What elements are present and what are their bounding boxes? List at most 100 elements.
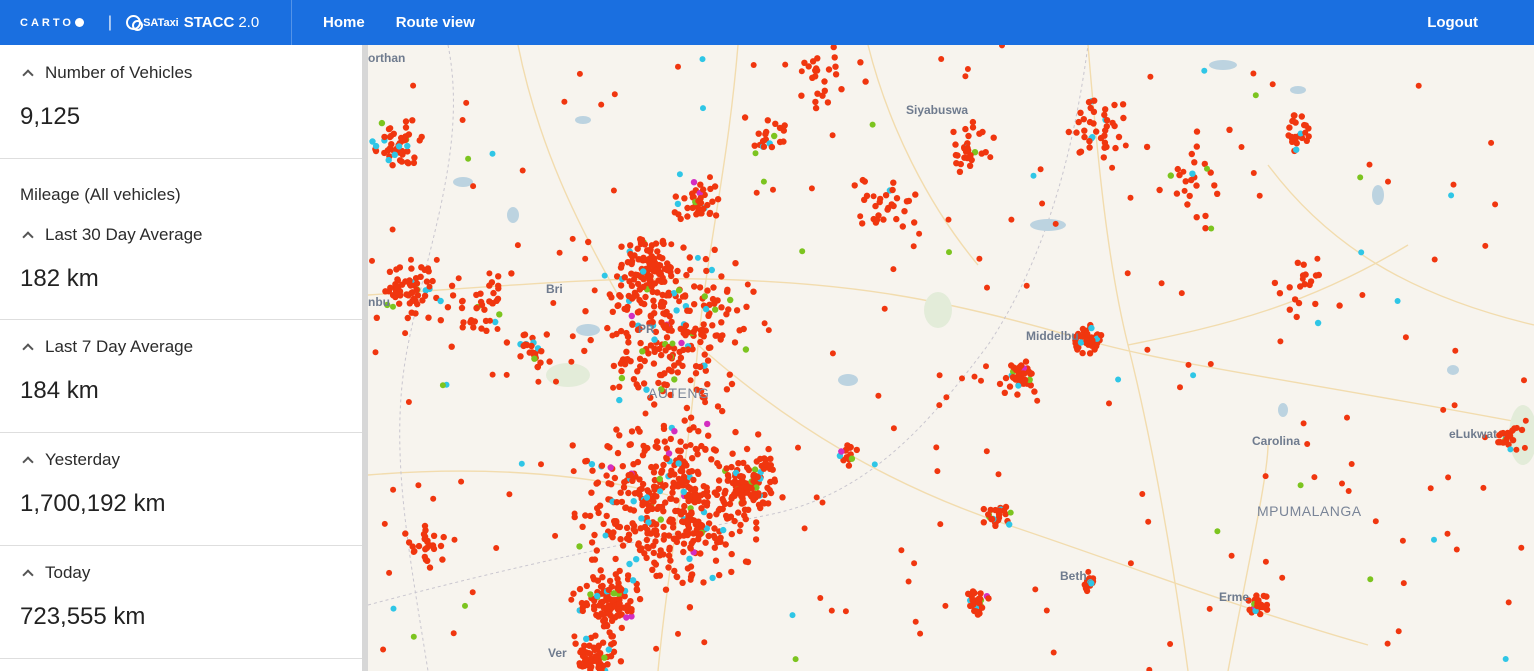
vehicle-dot[interactable]: [1173, 190, 1181, 197]
vehicle-dot[interactable]: [674, 200, 682, 208]
vehicle-dot[interactable]: [588, 489, 595, 496]
vehicle-dot[interactable]: [1359, 292, 1366, 298]
vehicle-dot[interactable]: [519, 167, 526, 174]
vehicle-dot[interactable]: [449, 292, 457, 299]
vehicle-dot[interactable]: [789, 612, 796, 619]
vehicle-dot[interactable]: [668, 318, 675, 326]
vehicle-dot[interactable]: [706, 512, 713, 519]
vehicle-dot[interactable]: [1260, 592, 1267, 600]
vehicle-dot[interactable]: [666, 544, 673, 551]
vehicle-dot[interactable]: [623, 348, 630, 355]
vehicle-dot[interactable]: [1190, 372, 1197, 379]
vehicle-dot[interactable]: [496, 311, 503, 318]
vehicle-dot[interactable]: [408, 265, 415, 272]
vehicle-dot[interactable]: [1202, 225, 1209, 232]
vehicle-dot[interactable]: [893, 215, 900, 223]
vehicle-dot[interactable]: [591, 606, 598, 613]
vehicle-dot[interactable]: [829, 350, 836, 357]
vehicle-dot[interactable]: [645, 545, 652, 552]
vehicle-dot[interactable]: [945, 216, 952, 223]
vehicle-dot[interactable]: [408, 289, 415, 297]
vehicle-dot[interactable]: [861, 178, 868, 185]
vehicle-dot[interactable]: [550, 300, 557, 306]
vehicle-dot[interactable]: [696, 284, 704, 291]
vehicle-dot[interactable]: [430, 532, 438, 539]
vehicle-dot[interactable]: [1006, 383, 1014, 390]
vehicle-dot[interactable]: [750, 62, 757, 68]
vehicle-dot[interactable]: [409, 117, 416, 124]
vehicle-dot[interactable]: [611, 474, 619, 482]
vehicle-dot[interactable]: [677, 354, 685, 361]
vehicle-dot[interactable]: [966, 162, 974, 169]
vehicle-dot[interactable]: [1206, 605, 1213, 612]
vehicle-dot[interactable]: [733, 307, 741, 314]
vehicle-dot[interactable]: [1444, 530, 1451, 537]
vehicle-dot[interactable]: [1293, 140, 1300, 147]
vehicle-dot[interactable]: [636, 486, 643, 493]
vehicle-dot[interactable]: [1002, 503, 1010, 511]
vehicle-dot[interactable]: [641, 357, 648, 365]
vehicle-dot[interactable]: [695, 197, 702, 205]
vehicle-dot[interactable]: [385, 156, 392, 164]
vehicle-dot[interactable]: [695, 428, 702, 435]
vehicle-dot[interactable]: [616, 567, 623, 575]
vehicle-dot[interactable]: [713, 491, 721, 498]
vehicle-dot[interactable]: [591, 531, 598, 539]
vehicle-dot[interactable]: [711, 183, 719, 190]
vehicle-dot[interactable]: [629, 477, 636, 484]
vehicle-dot[interactable]: [717, 538, 724, 545]
vehicle-dot[interactable]: [677, 467, 684, 475]
vehicle-dot[interactable]: [709, 574, 716, 582]
vehicle-dot[interactable]: [969, 596, 976, 604]
vehicle-dot[interactable]: [819, 499, 826, 506]
vehicle-dot[interactable]: [605, 586, 612, 594]
vehicle-dot[interactable]: [983, 363, 989, 370]
vehicle-dot[interactable]: [798, 68, 805, 75]
vehicle-dot[interactable]: [644, 487, 651, 494]
vehicle-dot[interactable]: [936, 372, 943, 379]
vehicle-dot[interactable]: [1300, 420, 1307, 427]
vehicle-dot[interactable]: [976, 130, 983, 137]
vehicle-dot[interactable]: [703, 492, 711, 499]
vehicle-dot[interactable]: [591, 287, 598, 294]
vehicle-dot[interactable]: [402, 124, 410, 131]
vehicle-dot[interactable]: [607, 612, 614, 619]
vehicle-dot[interactable]: [728, 568, 735, 576]
vehicle-dot[interactable]: [410, 82, 417, 89]
vehicle-dot[interactable]: [660, 422, 668, 430]
vehicle-dot[interactable]: [673, 573, 681, 581]
vehicle-dot[interactable]: [675, 530, 682, 537]
vehicle-dot[interactable]: [1286, 306, 1293, 313]
vehicle-dot[interactable]: [705, 432, 712, 439]
vehicle-dot[interactable]: [1115, 133, 1123, 141]
vehicle-dot[interactable]: [596, 502, 604, 509]
vehicle-dot[interactable]: [976, 595, 984, 602]
vehicle-dot[interactable]: [713, 511, 720, 518]
vehicle-dot[interactable]: [1082, 582, 1089, 589]
vehicle-dot[interactable]: [690, 476, 697, 484]
vehicle-dot[interactable]: [1091, 97, 1098, 104]
vehicle-dot[interactable]: [1177, 384, 1183, 391]
vehicle-dot[interactable]: [1006, 521, 1013, 528]
vehicle-dot[interactable]: [624, 602, 631, 609]
vehicle-dot[interactable]: [650, 549, 657, 557]
vehicle-dot[interactable]: [663, 322, 670, 329]
vehicle-dot[interactable]: [812, 104, 820, 112]
vehicle-dot[interactable]: [871, 461, 878, 468]
vehicle-dot[interactable]: [656, 552, 663, 559]
vehicle-dot[interactable]: [1193, 182, 1200, 189]
vehicle-dot[interactable]: [618, 624, 625, 632]
vehicle-dot[interactable]: [617, 489, 624, 496]
vehicle-dot[interactable]: [1111, 122, 1118, 130]
vehicle-dot[interactable]: [382, 288, 389, 295]
vehicle-dot[interactable]: [687, 266, 694, 274]
vehicle-dot[interactable]: [899, 223, 906, 230]
last-7-day-header[interactable]: Last 7 Day Average: [20, 337, 193, 357]
vehicle-dot[interactable]: [680, 488, 687, 495]
vehicle-dot[interactable]: [752, 536, 760, 543]
vehicle-dot[interactable]: [437, 297, 444, 305]
vehicle-dot[interactable]: [396, 264, 404, 271]
vehicle-dot[interactable]: [686, 555, 693, 562]
vehicle-dot[interactable]: [1214, 528, 1221, 535]
vehicle-dot[interactable]: [750, 477, 757, 485]
